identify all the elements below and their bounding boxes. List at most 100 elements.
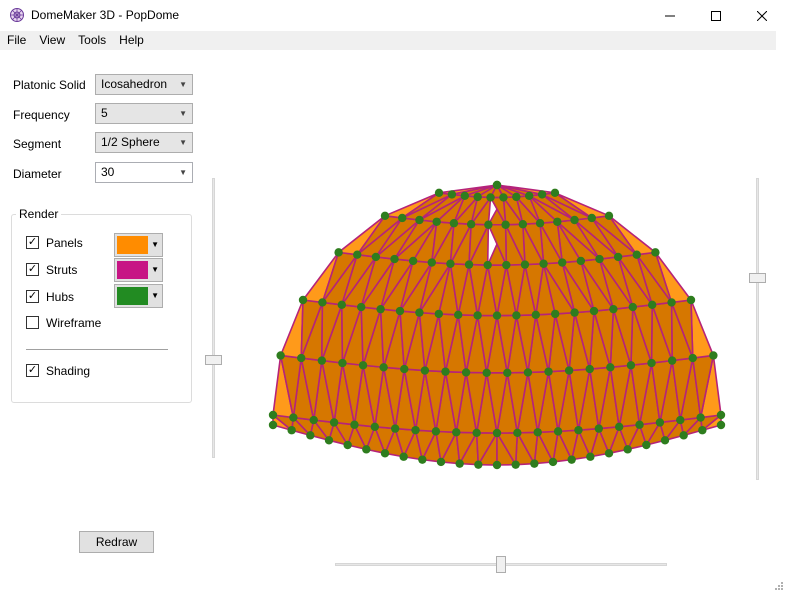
dome-hub xyxy=(586,452,595,461)
left-vertical-slider-track[interactable] xyxy=(212,178,215,458)
maximize-button[interactable] xyxy=(693,0,739,31)
menu-help[interactable]: Help xyxy=(112,31,150,50)
dome-hub xyxy=(362,445,371,454)
dome-hub xyxy=(486,193,495,202)
panels-checkbox[interactable]: ✓ xyxy=(26,236,39,249)
dome-hub xyxy=(667,298,676,307)
dome-hub xyxy=(329,418,339,427)
dome-hub xyxy=(512,311,521,320)
dome-hub xyxy=(492,180,502,190)
dome-hub xyxy=(436,457,446,467)
dome-hub xyxy=(544,367,553,376)
resize-grip-icon[interactable] xyxy=(772,579,784,591)
dome-hub xyxy=(533,428,542,437)
check-icon: ✓ xyxy=(27,263,38,275)
dome-hub xyxy=(376,304,385,314)
dome-hub xyxy=(567,455,576,464)
dome-hub xyxy=(338,358,347,368)
dome-hub xyxy=(411,425,420,435)
dome-hub xyxy=(686,295,696,305)
struts-color-button[interactable]: ▼ xyxy=(114,258,163,282)
redraw-button[interactable]: Redraw xyxy=(79,531,154,553)
dome-hub xyxy=(647,300,657,310)
dome-hub xyxy=(452,428,461,437)
struts-color-swatch xyxy=(117,261,148,279)
platonic-solid-label: Platonic Solid xyxy=(13,78,86,92)
dome-hub xyxy=(635,420,644,429)
panels-label: Panels xyxy=(46,236,83,250)
dome-hub xyxy=(380,211,390,221)
dome-hub xyxy=(595,254,604,264)
dome-hub xyxy=(492,428,502,438)
chevron-down-icon: ▼ xyxy=(151,265,159,274)
menu-file[interactable]: File xyxy=(0,31,32,50)
dome-hub xyxy=(441,367,450,376)
dome-hub xyxy=(525,191,534,201)
horizontal-slider-thumb[interactable] xyxy=(496,556,506,573)
dome-hub xyxy=(464,260,474,269)
diameter-value: 30 xyxy=(101,165,115,179)
dome-hub xyxy=(539,259,548,268)
dome-hub xyxy=(523,368,533,377)
dome-hub xyxy=(309,415,318,425)
menu-tools[interactable]: Tools xyxy=(71,31,112,50)
left-vertical-slider-thumb[interactable] xyxy=(205,355,222,365)
dome-hub xyxy=(518,220,528,229)
right-vertical-slider-track[interactable] xyxy=(756,178,759,480)
dome-hub xyxy=(585,364,594,374)
dome-hub xyxy=(667,356,677,365)
dome-hub xyxy=(268,420,278,430)
dome-hub xyxy=(530,459,539,468)
dome-hub xyxy=(343,440,352,450)
title-bar: DomeMaker 3D - PopDome xyxy=(0,0,786,31)
close-icon xyxy=(757,10,767,21)
check-icon: ✓ xyxy=(27,364,38,376)
dome-panel xyxy=(279,299,304,359)
dome-hub xyxy=(604,449,614,458)
shading-checkbox[interactable]: ✓ xyxy=(26,364,39,377)
chevron-down-icon: ▼ xyxy=(179,80,187,89)
dome-hub xyxy=(587,213,596,223)
dome-hub xyxy=(461,368,471,377)
right-vertical-slider-thumb[interactable] xyxy=(749,273,766,283)
dome-hub xyxy=(408,256,418,266)
panels-color-button[interactable]: ▼ xyxy=(114,233,163,257)
dome-hub xyxy=(415,215,424,225)
dome-hub xyxy=(606,363,615,372)
dome-hub xyxy=(550,188,560,198)
wireframe-label: Wireframe xyxy=(46,316,102,330)
dome-hub xyxy=(398,213,407,223)
frequency-select[interactable]: 5 ▼ xyxy=(95,103,193,124)
hubs-color-button[interactable]: ▼ xyxy=(114,284,163,308)
dome-hub xyxy=(548,457,558,467)
panels-color-swatch xyxy=(117,236,148,254)
wireframe-checkbox[interactable] xyxy=(26,316,39,329)
segment-select[interactable]: 1/2 Sphere ▼ xyxy=(95,132,193,153)
minimize-button[interactable] xyxy=(647,0,693,31)
diameter-label: Diameter xyxy=(13,167,62,181)
platonic-solid-select[interactable]: Icosahedron ▼ xyxy=(95,74,193,95)
check-icon: ✓ xyxy=(27,236,38,248)
close-button[interactable] xyxy=(739,0,785,31)
dome-hub xyxy=(550,309,560,319)
dome-hub xyxy=(418,455,427,464)
dome-hub xyxy=(287,426,296,435)
menu-view[interactable]: View xyxy=(32,31,71,50)
dome-hub xyxy=(466,220,476,229)
dome-hub xyxy=(371,252,381,262)
chevron-down-icon: ▼ xyxy=(179,138,187,147)
dome-hub xyxy=(446,259,455,268)
dome-hub xyxy=(604,211,614,221)
dome-hub xyxy=(432,217,441,226)
dome-hub xyxy=(553,427,563,436)
dome-hub xyxy=(716,420,726,430)
diameter-combo[interactable]: 30 ▼ xyxy=(95,162,193,183)
dome-hub xyxy=(298,295,308,305)
struts-checkbox[interactable]: ✓ xyxy=(26,263,39,276)
dome-hub xyxy=(390,254,399,264)
dome-3d-viewport[interactable] xyxy=(230,170,750,490)
hubs-checkbox[interactable]: ✓ xyxy=(26,290,39,303)
dome-hub xyxy=(632,250,641,259)
dome-hub xyxy=(642,440,651,450)
dome-hub xyxy=(380,449,390,458)
